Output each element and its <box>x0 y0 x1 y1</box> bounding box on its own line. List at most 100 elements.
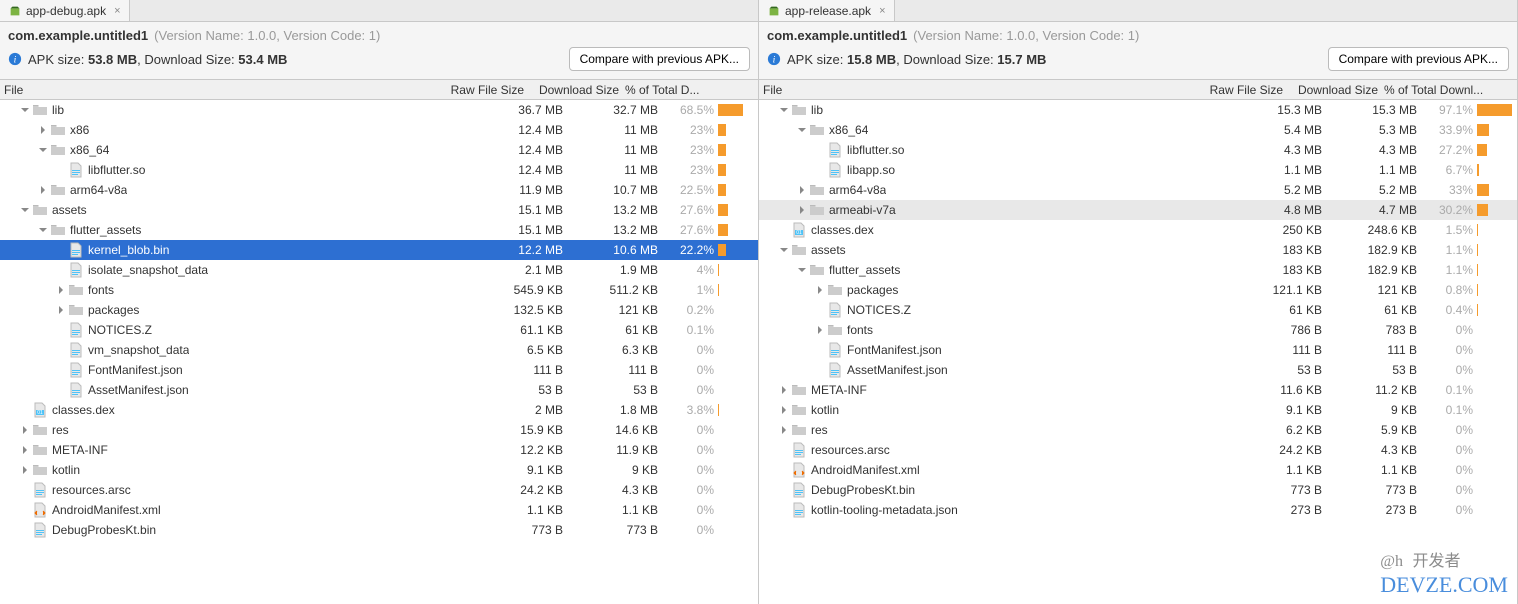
tree-row[interactable]: DebugProbesKt.bin 773 B 773 B 0% <box>0 520 758 540</box>
header-percent[interactable]: % of Total D... <box>623 80 758 99</box>
tree-row[interactable]: kotlin 9.1 KB 9 KB 0% <box>0 460 758 480</box>
tree-row[interactable]: packages 132.5 KB 121 KB 0.2% <box>0 300 758 320</box>
tree-row[interactable]: assets 15.1 MB 13.2 MB 27.6% <box>0 200 758 220</box>
header-download[interactable]: Download Size <box>528 80 623 99</box>
tree-row[interactable]: libapp.so 1.1 MB 1.1 MB 6.7% <box>759 160 1517 180</box>
tree-row[interactable]: libflutter.so 12.4 MB 11 MB 23% <box>0 160 758 180</box>
caret-right-icon[interactable] <box>18 423 32 437</box>
header-raw[interactable]: Raw File Size <box>433 80 528 99</box>
download-size: 13.2 MB <box>573 223 668 237</box>
header-file[interactable]: File <box>759 80 1192 99</box>
caret-right-icon[interactable] <box>18 463 32 477</box>
caret-right-icon[interactable] <box>54 283 68 297</box>
tree-row[interactable]: AssetManifest.json 53 B 53 B 0% <box>759 360 1517 380</box>
column-headers: File Raw File Size Download Size % of To… <box>0 80 758 100</box>
close-icon[interactable]: × <box>114 5 120 17</box>
header-percent[interactable]: % of Total Downl... <box>1382 80 1517 99</box>
file-icon <box>791 442 807 458</box>
caret-right-icon[interactable] <box>813 323 827 337</box>
tab-apk[interactable]: app-release.apk × <box>759 0 895 21</box>
caret-right-icon[interactable] <box>813 283 827 297</box>
tree-row[interactable]: FontManifest.json 111 B 111 B 0% <box>759 340 1517 360</box>
caret-down-icon[interactable] <box>777 103 791 117</box>
tree-row[interactable]: AssetManifest.json 53 B 53 B 0% <box>0 380 758 400</box>
tree-row[interactable]: META-INF 12.2 KB 11.9 KB 0% <box>0 440 758 460</box>
raw-size: 15.1 MB <box>478 223 573 237</box>
tree-row[interactable]: kotlin 9.1 KB 9 KB 0.1% <box>759 400 1517 420</box>
caret-right-icon[interactable] <box>777 403 791 417</box>
tree-row[interactable]: NOTICES.Z 61.1 KB 61 KB 0.1% <box>0 320 758 340</box>
header-download[interactable]: Download Size <box>1287 80 1382 99</box>
percent-bar <box>718 104 758 116</box>
tree-row[interactable]: arm64-v8a 11.9 MB 10.7 MB 22.5% <box>0 180 758 200</box>
tree-row[interactable]: fonts 786 B 783 B 0% <box>759 320 1517 340</box>
download-size: 773 B <box>1332 483 1427 497</box>
tree-row[interactable]: resources.arsc 24.2 KB 4.3 KB 0% <box>759 440 1517 460</box>
raw-size: 9.1 KB <box>1237 403 1332 417</box>
caret-right-icon[interactable] <box>18 443 32 457</box>
caret-right-icon[interactable] <box>36 183 50 197</box>
compare-button[interactable]: Compare with previous APK... <box>569 47 750 71</box>
caret-right-icon[interactable] <box>795 183 809 197</box>
caret-down-icon[interactable] <box>36 223 50 237</box>
raw-size: 250 KB <box>1237 223 1332 237</box>
tree-row[interactable]: kotlin-tooling-metadata.json 273 B 273 B… <box>759 500 1517 520</box>
tree-row[interactable]: FontManifest.json 111 B 111 B 0% <box>0 360 758 380</box>
caret-right-icon[interactable] <box>795 203 809 217</box>
tree-row[interactable]: AndroidManifest.xml 1.1 KB 1.1 KB 0% <box>759 460 1517 480</box>
percent: 97.1% <box>1439 103 1473 117</box>
tab-apk[interactable]: app-debug.apk × <box>0 0 130 21</box>
tree-row[interactable]: flutter_assets 15.1 MB 13.2 MB 27.6% <box>0 220 758 240</box>
file-tree[interactable]: lib 15.3 MB 15.3 MB 97.1% x86_64 5.4 MB … <box>759 100 1517 604</box>
caret-down-icon[interactable] <box>777 243 791 257</box>
tree-row[interactable]: arm64-v8a 5.2 MB 5.2 MB 33% <box>759 180 1517 200</box>
percent-bar <box>718 404 758 416</box>
caret-down-icon[interactable] <box>795 123 809 137</box>
tree-row[interactable]: lib 36.7 MB 32.7 MB 68.5% <box>0 100 758 120</box>
header-file[interactable]: File <box>0 80 433 99</box>
tree-row[interactable]: armeabi-v7a 4.8 MB 4.7 MB 30.2% <box>759 200 1517 220</box>
tree-row[interactable]: flutter_assets 183 KB 182.9 KB 1.1% <box>759 260 1517 280</box>
percent: 0.1% <box>1446 383 1473 397</box>
download-size: 10.7 MB <box>573 183 668 197</box>
file-name: x86_64 <box>70 143 109 157</box>
caret-down-icon[interactable] <box>18 203 32 217</box>
caret-right-icon[interactable] <box>36 123 50 137</box>
tree-row[interactable]: isolate_snapshot_data 2.1 MB 1.9 MB 4% <box>0 260 758 280</box>
tab-label: app-debug.apk <box>26 4 106 18</box>
percent-bar <box>718 324 758 336</box>
tree-row[interactable]: NOTICES.Z 61 KB 61 KB 0.4% <box>759 300 1517 320</box>
tree-row[interactable]: META-INF 11.6 KB 11.2 KB 0.1% <box>759 380 1517 400</box>
compare-button[interactable]: Compare with previous APK... <box>1328 47 1509 71</box>
tree-row[interactable]: 01 classes.dex 2 MB 1.8 MB 3.8% <box>0 400 758 420</box>
tree-row[interactable]: packages 121.1 KB 121 KB 0.8% <box>759 280 1517 300</box>
tree-row[interactable]: x86_64 12.4 MB 11 MB 23% <box>0 140 758 160</box>
tree-row[interactable]: assets 183 KB 182.9 KB 1.1% <box>759 240 1517 260</box>
download-size: 182.9 KB <box>1332 263 1427 277</box>
tree-row[interactable]: res 15.9 KB 14.6 KB 0% <box>0 420 758 440</box>
tree-row[interactable]: x86 12.4 MB 11 MB 23% <box>0 120 758 140</box>
caret-down-icon[interactable] <box>795 263 809 277</box>
caret-down-icon[interactable] <box>18 103 32 117</box>
download-size: 5.2 MB <box>1332 183 1427 197</box>
header-raw[interactable]: Raw File Size <box>1192 80 1287 99</box>
percent-bar <box>718 344 758 356</box>
tree-row[interactable]: res 6.2 KB 5.9 KB 0% <box>759 420 1517 440</box>
caret-right-icon[interactable] <box>777 383 791 397</box>
tree-row[interactable]: resources.arsc 24.2 KB 4.3 KB 0% <box>0 480 758 500</box>
caret-right-icon[interactable] <box>54 303 68 317</box>
tree-row[interactable]: libflutter.so 4.3 MB 4.3 MB 27.2% <box>759 140 1517 160</box>
caret-right-icon[interactable] <box>777 423 791 437</box>
tree-row[interactable]: DebugProbesKt.bin 773 B 773 B 0% <box>759 480 1517 500</box>
file-tree[interactable]: lib 36.7 MB 32.7 MB 68.5% x86 12.4 MB 11… <box>0 100 758 604</box>
close-icon[interactable]: × <box>879 5 885 17</box>
tree-row[interactable]: vm_snapshot_data 6.5 KB 6.3 KB 0% <box>0 340 758 360</box>
tree-row[interactable]: kernel_blob.bin 12.2 MB 10.6 MB 22.2% <box>0 240 758 260</box>
tree-row[interactable]: fonts 545.9 KB 511.2 KB 1% <box>0 280 758 300</box>
tree-row[interactable]: 01 classes.dex 250 KB 248.6 KB 1.5% <box>759 220 1517 240</box>
caret-down-icon[interactable] <box>36 143 50 157</box>
tree-row[interactable]: x86_64 5.4 MB 5.3 MB 33.9% <box>759 120 1517 140</box>
file-name: arm64-v8a <box>70 183 127 197</box>
tree-row[interactable]: AndroidManifest.xml 1.1 KB 1.1 KB 0% <box>0 500 758 520</box>
tree-row[interactable]: lib 15.3 MB 15.3 MB 97.1% <box>759 100 1517 120</box>
